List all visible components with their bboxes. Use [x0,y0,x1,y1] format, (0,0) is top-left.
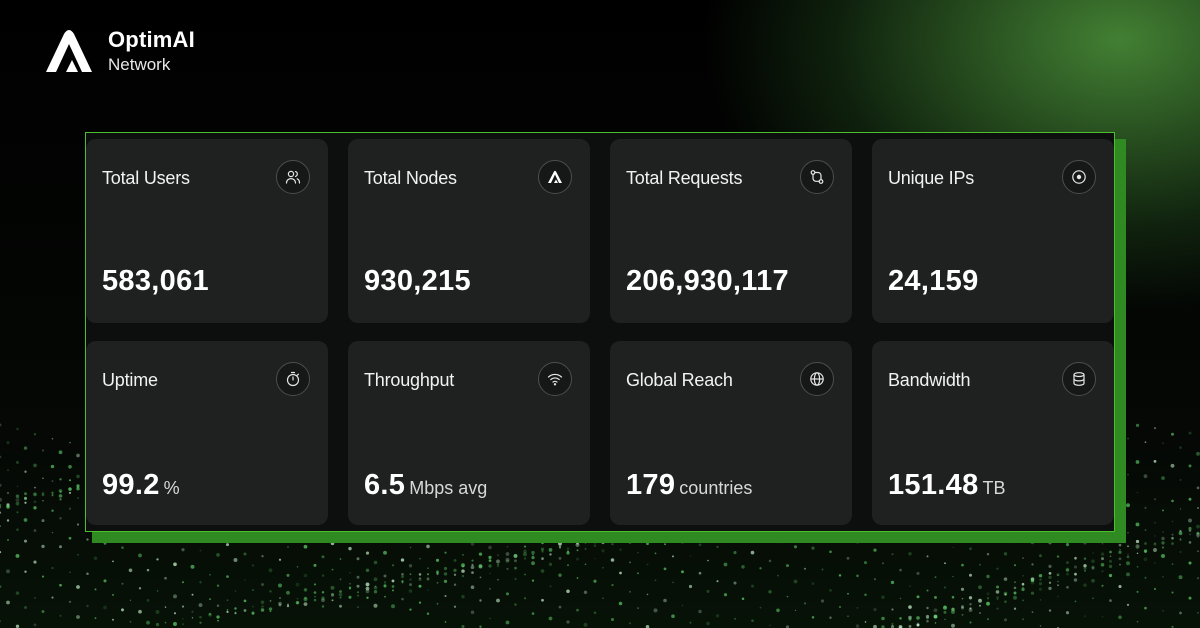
stat-value: 583,061 [102,265,209,297]
brand-logo: OptimAI Network [44,28,195,74]
stat-card-uptime: Uptime 99.2% [86,341,328,525]
stats-panel: Total Users 583,061 Total Nodes 930,215 … [85,132,1115,532]
optimai-logo-icon [46,30,92,72]
stat-card-total-users: Total Users 583,061 [86,139,328,323]
stat-value: 930,215 [364,265,471,297]
stat-unit: countries [679,478,753,498]
users-icon [276,160,310,194]
stat-value: 179 countries [626,469,753,501]
stat-title: Total Requests [626,168,743,188]
stat-title: Global Reach [626,370,733,390]
stat-card-total-nodes: Total Nodes 930,215 [348,139,590,323]
optimai-logo-icon [538,160,572,194]
stat-value: 6.5 Mbps avg [364,469,488,501]
brand-subtitle: Network [108,55,171,74]
stat-unit: Mbps avg [409,478,488,498]
wifi-icon [538,362,572,396]
stat-value: 24,159 [888,265,979,297]
git-pull-request-icon [800,160,834,194]
stat-unit: % [163,478,180,498]
stats-grid: Total Users 583,061 Total Nodes 930,215 … [86,139,1114,525]
stat-card-throughput: Throughput 6.5 Mbps avg [348,341,590,525]
globe-icon [800,362,834,396]
target-circle-icon [1062,160,1096,194]
stat-title: Total Users [102,168,190,188]
database-icon [1062,362,1096,396]
stat-card-unique-ips: Unique IPs 24,159 [872,139,1114,323]
stat-card-total-requests: Total Requests 206,930,117 [610,139,852,323]
stat-title: Uptime [102,370,158,390]
stat-title: Throughput [364,370,455,390]
stat-title: Total Nodes [364,168,457,188]
stat-title: Unique IPs [888,168,975,188]
stat-value: 206,930,117 [626,265,789,297]
stat-card-bandwidth: Bandwidth 151.48 TB [872,341,1114,525]
stat-value: 99.2% [102,469,180,501]
stat-title: Bandwidth [888,370,971,390]
stat-value: 151.48 TB [888,469,1006,501]
stat-card-global-reach: Global Reach 179 countries [610,341,852,525]
stat-unit: TB [982,478,1006,498]
brand-name: OptimAI [108,27,195,52]
stopwatch-icon [276,362,310,396]
